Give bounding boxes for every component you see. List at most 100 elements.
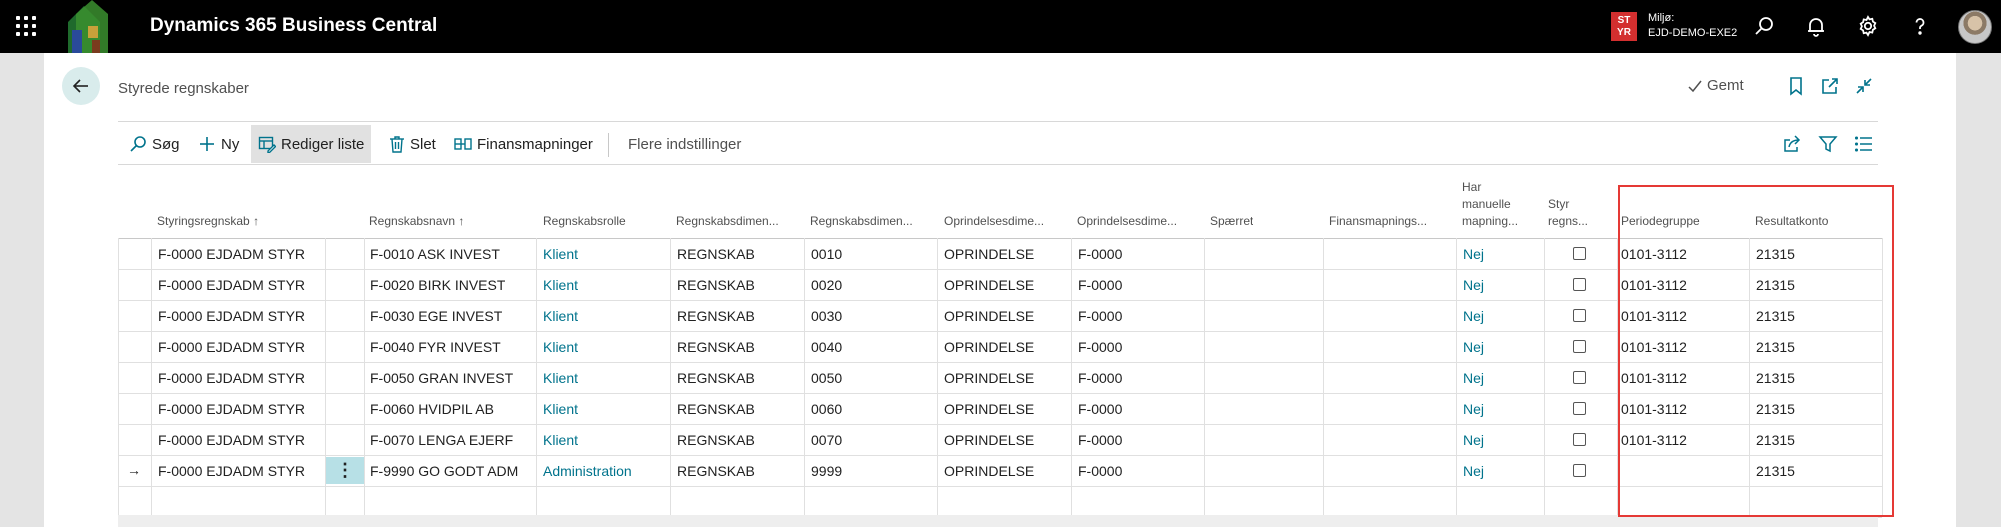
more-options-button[interactable]: Flere indstillinger	[621, 125, 748, 163]
column-divider	[364, 238, 365, 517]
trash-icon	[390, 136, 404, 153]
cell-styringsregnskab: F-0000 EJDADM STYR	[158, 401, 306, 417]
cell-oprindelsesdim2: F-0000	[1078, 339, 1123, 355]
open-new-window-icon[interactable]	[1819, 75, 1841, 97]
cell-regnskabsnavn: F-0020 BIRK INVEST	[370, 277, 506, 293]
env-badge-line2: YR	[1617, 27, 1631, 38]
cell-oprindelsesdim1: OPRINDELSE	[944, 277, 1035, 293]
cell-regnskabsnavn: F-0010 ASK INVEST	[370, 246, 500, 262]
column-divider	[1456, 238, 1457, 517]
cell-styringsregnskab: F-0000 EJDADM STYR	[158, 370, 306, 386]
cell-regnskabsdim1: REGNSKAB	[677, 277, 755, 293]
sort-ascending-icon: ↑	[458, 214, 465, 228]
column-divider	[670, 238, 671, 517]
cell-regnskabsrolle[interactable]: Klient	[543, 401, 578, 417]
cell-regnskabsnavn: F-0030 EGE INVEST	[370, 308, 503, 324]
highlight-box	[1618, 185, 1894, 517]
column-divider	[118, 238, 119, 517]
column-divider	[1544, 238, 1545, 517]
column-divider	[804, 238, 805, 517]
cell-oprindelsesdim1: OPRINDELSE	[944, 463, 1035, 479]
share-icon[interactable]	[1782, 134, 1802, 154]
cell-regnskabsrolle[interactable]: Klient	[543, 370, 578, 386]
col-header-regnskabsrolle[interactable]: Regnskabsrolle	[543, 214, 626, 229]
row-actions-menu-icon[interactable]: ⋮	[326, 457, 364, 484]
bookmark-icon[interactable]	[1785, 75, 1807, 97]
collapse-icon[interactable]	[1853, 75, 1875, 97]
col-header-regnskabsdim1[interactable]: Regnskabsdimen...	[676, 214, 796, 229]
finance-mappings-button[interactable]: Finansmapninger	[447, 125, 600, 163]
cell-regnskabsrolle[interactable]: Klient	[543, 432, 578, 448]
env-badge-line1: ST	[1617, 15, 1631, 26]
cell-har-manuelle[interactable]: Nej	[1463, 463, 1484, 479]
cell-oprindelsesdim1: OPRINDELSE	[944, 370, 1035, 386]
cell-regnskabsdim1: REGNSKAB	[677, 432, 755, 448]
cell-regnskabsdim2: 0050	[811, 370, 843, 386]
styr-regns-line2: regns...	[1548, 214, 1589, 228]
cell-regnskabsrolle[interactable]: Klient	[543, 246, 578, 262]
back-button[interactable]	[62, 67, 100, 105]
cell-regnskabsrolle[interactable]: Klient	[543, 308, 578, 324]
styr-regns-line1: Styr	[1548, 197, 1570, 211]
cell-har-manuelle[interactable]: Nej	[1463, 339, 1484, 355]
styr-regns-checkbox[interactable]	[1573, 371, 1586, 384]
cell-regnskabsrolle[interactable]: Klient	[543, 277, 578, 293]
filter-icon[interactable]	[1818, 134, 1838, 154]
column-divider	[937, 238, 938, 517]
col-header-oprindelsesdim2[interactable]: Oprindelsesdime...	[1077, 214, 1197, 229]
cell-regnskabsdim2: 0010	[811, 246, 843, 262]
col-header-styringsregnskab[interactable]: Styringsregnskab ↑	[157, 214, 259, 229]
col-header-regnskabsdim2[interactable]: Regnskabsdimen...	[810, 214, 930, 229]
col-header-regnskabsnavn[interactable]: Regnskabsnavn ↑	[369, 214, 464, 229]
styr-regns-checkbox[interactable]	[1573, 433, 1586, 446]
styr-regns-checkbox[interactable]	[1573, 464, 1586, 477]
new-button[interactable]: Ny	[191, 125, 246, 163]
company-logo	[68, 0, 108, 53]
col-header-styr-regns[interactable]: Styr regns...	[1548, 197, 1588, 229]
plus-icon	[200, 137, 214, 151]
checkmark-icon	[1688, 80, 1702, 92]
har-manuelle-line1: Har	[1462, 180, 1482, 194]
cell-har-manuelle[interactable]: Nej	[1463, 246, 1484, 262]
cell-regnskabsrolle[interactable]: Administration	[543, 463, 632, 479]
sort-ascending-icon: ↑	[253, 214, 260, 228]
cell-styringsregnskab: F-0000 EJDADM STYR	[158, 308, 306, 324]
notifications-bell-icon[interactable]	[1804, 14, 1828, 38]
search-icon[interactable]	[1752, 14, 1776, 38]
top-bar: Dynamics 365 Business Central ST YR Milj…	[0, 0, 2001, 53]
delete-button[interactable]: Slet	[382, 125, 443, 163]
col-header-spaerret[interactable]: Spærret	[1210, 214, 1253, 229]
col-header-har-manuelle[interactable]: Har manuelle mapning...	[1462, 180, 1518, 229]
user-avatar[interactable]	[1958, 10, 1992, 44]
cell-styringsregnskab: F-0000 EJDADM STYR	[158, 277, 306, 293]
cell-regnskabsdim2: 9999	[811, 463, 843, 479]
edit-list-button[interactable]: Rediger liste	[251, 125, 372, 163]
col-header-finansmapnings[interactable]: Finansmapnings...	[1329, 214, 1439, 229]
list-view-icon[interactable]	[1854, 134, 1874, 154]
styr-regns-checkbox[interactable]	[1573, 340, 1586, 353]
settings-gear-icon[interactable]	[1856, 14, 1880, 38]
help-icon[interactable]	[1908, 14, 1932, 38]
styr-regns-checkbox[interactable]	[1573, 402, 1586, 415]
app-launcher-icon[interactable]	[16, 16, 36, 36]
action-bar-divider	[118, 164, 1878, 165]
styr-regns-checkbox[interactable]	[1573, 247, 1586, 260]
cell-oprindelsesdim2: F-0000	[1078, 432, 1123, 448]
cell-regnskabsrolle[interactable]: Klient	[543, 339, 578, 355]
cell-har-manuelle[interactable]: Nej	[1463, 370, 1484, 386]
cell-har-manuelle[interactable]: Nej	[1463, 277, 1484, 293]
cell-regnskabsnavn: F-0040 FYR INVEST	[370, 339, 501, 355]
cell-regnskabsdim2: 0060	[811, 401, 843, 417]
cell-har-manuelle[interactable]: Nej	[1463, 401, 1484, 417]
page-title: Styrede regnskaber	[118, 80, 249, 97]
har-manuelle-line2: manuelle	[1462, 197, 1511, 211]
styr-regns-checkbox[interactable]	[1573, 309, 1586, 322]
environment-badge: ST YR	[1611, 12, 1637, 41]
col-header-oprindelsesdim1[interactable]: Oprindelsesdime...	[944, 214, 1064, 229]
cell-har-manuelle[interactable]: Nej	[1463, 308, 1484, 324]
cell-oprindelsesdim2: F-0000	[1078, 401, 1123, 417]
styr-regns-checkbox[interactable]	[1573, 278, 1586, 291]
search-button[interactable]: Søg	[122, 125, 187, 163]
cell-har-manuelle[interactable]: Nej	[1463, 432, 1484, 448]
app-title[interactable]: Dynamics 365 Business Central	[150, 15, 437, 37]
